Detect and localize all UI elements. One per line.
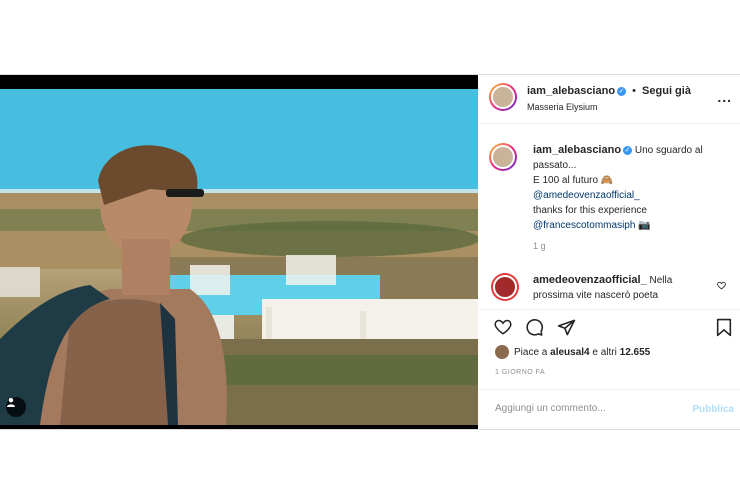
user-icon bbox=[7, 398, 15, 407]
follow-separator: • bbox=[632, 85, 636, 97]
publish-button[interactable]: Pubblica bbox=[692, 404, 734, 415]
follow-button[interactable]: Segui già bbox=[642, 85, 691, 97]
post-date: 1 GIORNO FA bbox=[495, 369, 546, 376]
verified-badge-icon: ✓ bbox=[617, 86, 627, 96]
instagram-post: iam_alebasciano ✓ • Segui già Masseria El… bbox=[0, 74, 740, 430]
author-avatar[interactable] bbox=[489, 83, 517, 111]
caption-mention-francesco[interactable]: @francescotommasiph bbox=[533, 220, 635, 231]
post-sidebar: iam_alebasciano ✓ • Segui già Masseria El… bbox=[479, 75, 740, 429]
comment-text: amedeovenzaofficial_ Nella prossima vite… bbox=[533, 273, 713, 303]
share-paper-plane-icon[interactable] bbox=[557, 318, 576, 337]
add-comment-bar: Pubblica bbox=[479, 389, 740, 430]
camera-icon: 📷 bbox=[638, 220, 651, 231]
comment-like-heart-icon[interactable] bbox=[717, 281, 726, 290]
commenter-avatar[interactable] bbox=[491, 273, 519, 301]
verified-badge-icon: ✓ bbox=[623, 145, 633, 155]
location-link[interactable]: Masseria Elysium bbox=[527, 102, 598, 112]
post-media[interactable] bbox=[0, 75, 478, 429]
photo-illustration bbox=[0, 89, 478, 425]
post-header: iam_alebasciano ✓ • Segui già Masseria El… bbox=[479, 75, 740, 124]
post-photo[interactable] bbox=[0, 89, 478, 425]
caption-time[interactable]: 1 g bbox=[533, 241, 546, 251]
header-username[interactable]: iam_alebasciano bbox=[527, 85, 615, 97]
caption-line-3: thanks for this experience bbox=[533, 205, 647, 216]
caption-line-2: E 100 al futuro bbox=[533, 175, 599, 186]
post-actions bbox=[479, 309, 740, 340]
save-bookmark-icon[interactable] bbox=[716, 318, 732, 337]
tagged-users-button[interactable] bbox=[6, 397, 26, 417]
comment-bubble-icon[interactable] bbox=[525, 318, 544, 337]
liker-username[interactable]: aleusal4 bbox=[550, 347, 589, 358]
likes-prefix: Piace a bbox=[514, 346, 548, 358]
caption-username[interactable]: iam_alebasciano bbox=[533, 144, 621, 156]
caption-mention-amedeo[interactable]: @amedeovenzaofficial_ bbox=[533, 190, 640, 201]
likes-count[interactable]: 12.655 bbox=[620, 347, 651, 358]
see-no-evil-icon: 🙈 bbox=[600, 175, 614, 186]
header-user-row: iam_alebasciano ✓ • Segui già bbox=[527, 85, 691, 97]
caption-avatar[interactable] bbox=[489, 143, 517, 171]
likes-suffix: e altri bbox=[592, 346, 617, 358]
liker-avatar bbox=[495, 345, 509, 359]
commenter-username[interactable]: amedeovenzaofficial_ bbox=[533, 274, 647, 286]
likes-summary[interactable]: Piace a aleusal4 e altri 12.655 bbox=[495, 345, 650, 359]
comment-input[interactable] bbox=[493, 402, 677, 415]
like-heart-icon[interactable] bbox=[493, 318, 513, 336]
more-options-icon[interactable]: ... bbox=[717, 89, 732, 105]
caption-text: iam_alebasciano ✓ Uno sguardo al passato.… bbox=[533, 143, 733, 233]
